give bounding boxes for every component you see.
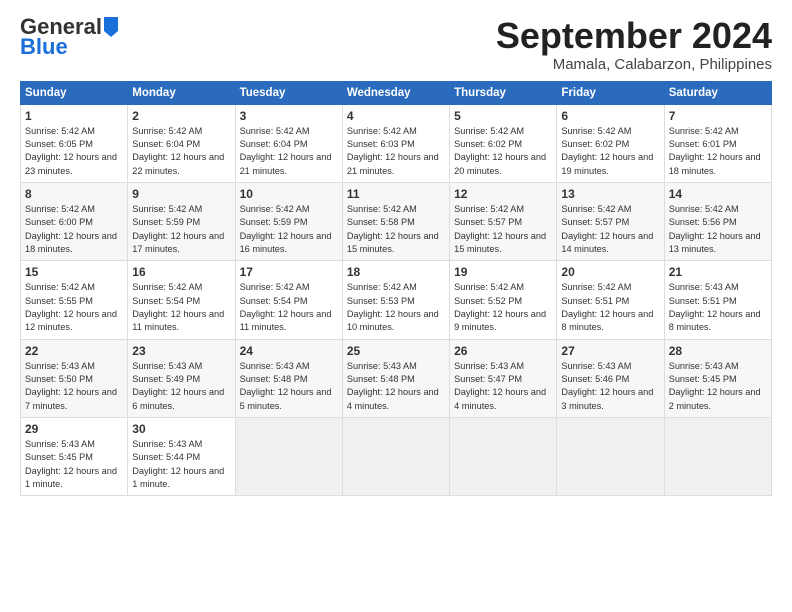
table-row: 30Sunrise: 5:43 AMSunset: 5:44 PMDayligh… bbox=[128, 418, 235, 496]
table-row: 19Sunrise: 5:42 AMSunset: 5:52 PMDayligh… bbox=[450, 261, 557, 339]
header-row: Sunday Monday Tuesday Wednesday Thursday… bbox=[21, 81, 772, 104]
table-row: 14Sunrise: 5:42 AMSunset: 5:56 PMDayligh… bbox=[664, 182, 771, 260]
table-row: 24Sunrise: 5:43 AMSunset: 5:48 PMDayligh… bbox=[235, 339, 342, 417]
table-row: 1Sunrise: 5:42 AMSunset: 6:05 PMDaylight… bbox=[21, 104, 128, 182]
table-row bbox=[342, 418, 449, 496]
table-row: 21Sunrise: 5:43 AMSunset: 5:51 PMDayligh… bbox=[664, 261, 771, 339]
table-row: 13Sunrise: 5:42 AMSunset: 5:57 PMDayligh… bbox=[557, 182, 664, 260]
table-row: 20Sunrise: 5:42 AMSunset: 5:51 PMDayligh… bbox=[557, 261, 664, 339]
col-friday: Friday bbox=[557, 81, 664, 104]
table-row: 17Sunrise: 5:42 AMSunset: 5:54 PMDayligh… bbox=[235, 261, 342, 339]
table-row: 22Sunrise: 5:43 AMSunset: 5:50 PMDayligh… bbox=[21, 339, 128, 417]
table-row: 27Sunrise: 5:43 AMSunset: 5:46 PMDayligh… bbox=[557, 339, 664, 417]
col-sunday: Sunday bbox=[21, 81, 128, 104]
table-row: 4Sunrise: 5:42 AMSunset: 6:03 PMDaylight… bbox=[342, 104, 449, 182]
calendar-week-3: 15Sunrise: 5:42 AMSunset: 5:55 PMDayligh… bbox=[21, 261, 772, 339]
calendar-week-1: 1Sunrise: 5:42 AMSunset: 6:05 PMDaylight… bbox=[21, 104, 772, 182]
table-row: 3Sunrise: 5:42 AMSunset: 6:04 PMDaylight… bbox=[235, 104, 342, 182]
col-monday: Monday bbox=[128, 81, 235, 104]
table-row: 16Sunrise: 5:42 AMSunset: 5:54 PMDayligh… bbox=[128, 261, 235, 339]
calendar-week-2: 8Sunrise: 5:42 AMSunset: 6:00 PMDaylight… bbox=[21, 182, 772, 260]
calendar-week-4: 22Sunrise: 5:43 AMSunset: 5:50 PMDayligh… bbox=[21, 339, 772, 417]
col-thursday: Thursday bbox=[450, 81, 557, 104]
table-row: 9Sunrise: 5:42 AMSunset: 5:59 PMDaylight… bbox=[128, 182, 235, 260]
col-saturday: Saturday bbox=[664, 81, 771, 104]
table-row bbox=[557, 418, 664, 496]
subtitle: Mamala, Calabarzon, Philippines bbox=[496, 56, 772, 73]
logo: General Blue bbox=[20, 16, 118, 60]
table-row bbox=[450, 418, 557, 496]
table-row: 5Sunrise: 5:42 AMSunset: 6:02 PMDaylight… bbox=[450, 104, 557, 182]
table-row: 26Sunrise: 5:43 AMSunset: 5:47 PMDayligh… bbox=[450, 339, 557, 417]
logo-blue: Blue bbox=[20, 34, 68, 60]
col-tuesday: Tuesday bbox=[235, 81, 342, 104]
table-row: 18Sunrise: 5:42 AMSunset: 5:53 PMDayligh… bbox=[342, 261, 449, 339]
table-row: 11Sunrise: 5:42 AMSunset: 5:58 PMDayligh… bbox=[342, 182, 449, 260]
logo-icon bbox=[104, 17, 118, 37]
table-row: 25Sunrise: 5:43 AMSunset: 5:48 PMDayligh… bbox=[342, 339, 449, 417]
header: General Blue September 2024 Mamala, Cala… bbox=[20, 16, 772, 73]
calendar-table: Sunday Monday Tuesday Wednesday Thursday… bbox=[20, 81, 772, 497]
table-row: 12Sunrise: 5:42 AMSunset: 5:57 PMDayligh… bbox=[450, 182, 557, 260]
table-row bbox=[235, 418, 342, 496]
table-row bbox=[664, 418, 771, 496]
page: General Blue September 2024 Mamala, Cala… bbox=[0, 0, 792, 506]
table-row: 6Sunrise: 5:42 AMSunset: 6:02 PMDaylight… bbox=[557, 104, 664, 182]
month-title: September 2024 bbox=[496, 16, 772, 56]
table-row: 8Sunrise: 5:42 AMSunset: 6:00 PMDaylight… bbox=[21, 182, 128, 260]
table-row: 10Sunrise: 5:42 AMSunset: 5:59 PMDayligh… bbox=[235, 182, 342, 260]
table-row: 28Sunrise: 5:43 AMSunset: 5:45 PMDayligh… bbox=[664, 339, 771, 417]
table-row: 15Sunrise: 5:42 AMSunset: 5:55 PMDayligh… bbox=[21, 261, 128, 339]
table-row: 29Sunrise: 5:43 AMSunset: 5:45 PMDayligh… bbox=[21, 418, 128, 496]
table-row: 23Sunrise: 5:43 AMSunset: 5:49 PMDayligh… bbox=[128, 339, 235, 417]
col-wednesday: Wednesday bbox=[342, 81, 449, 104]
title-block: September 2024 Mamala, Calabarzon, Phili… bbox=[496, 16, 772, 73]
table-row: 2Sunrise: 5:42 AMSunset: 6:04 PMDaylight… bbox=[128, 104, 235, 182]
calendar-week-5: 29Sunrise: 5:43 AMSunset: 5:45 PMDayligh… bbox=[21, 418, 772, 496]
table-row: 7Sunrise: 5:42 AMSunset: 6:01 PMDaylight… bbox=[664, 104, 771, 182]
